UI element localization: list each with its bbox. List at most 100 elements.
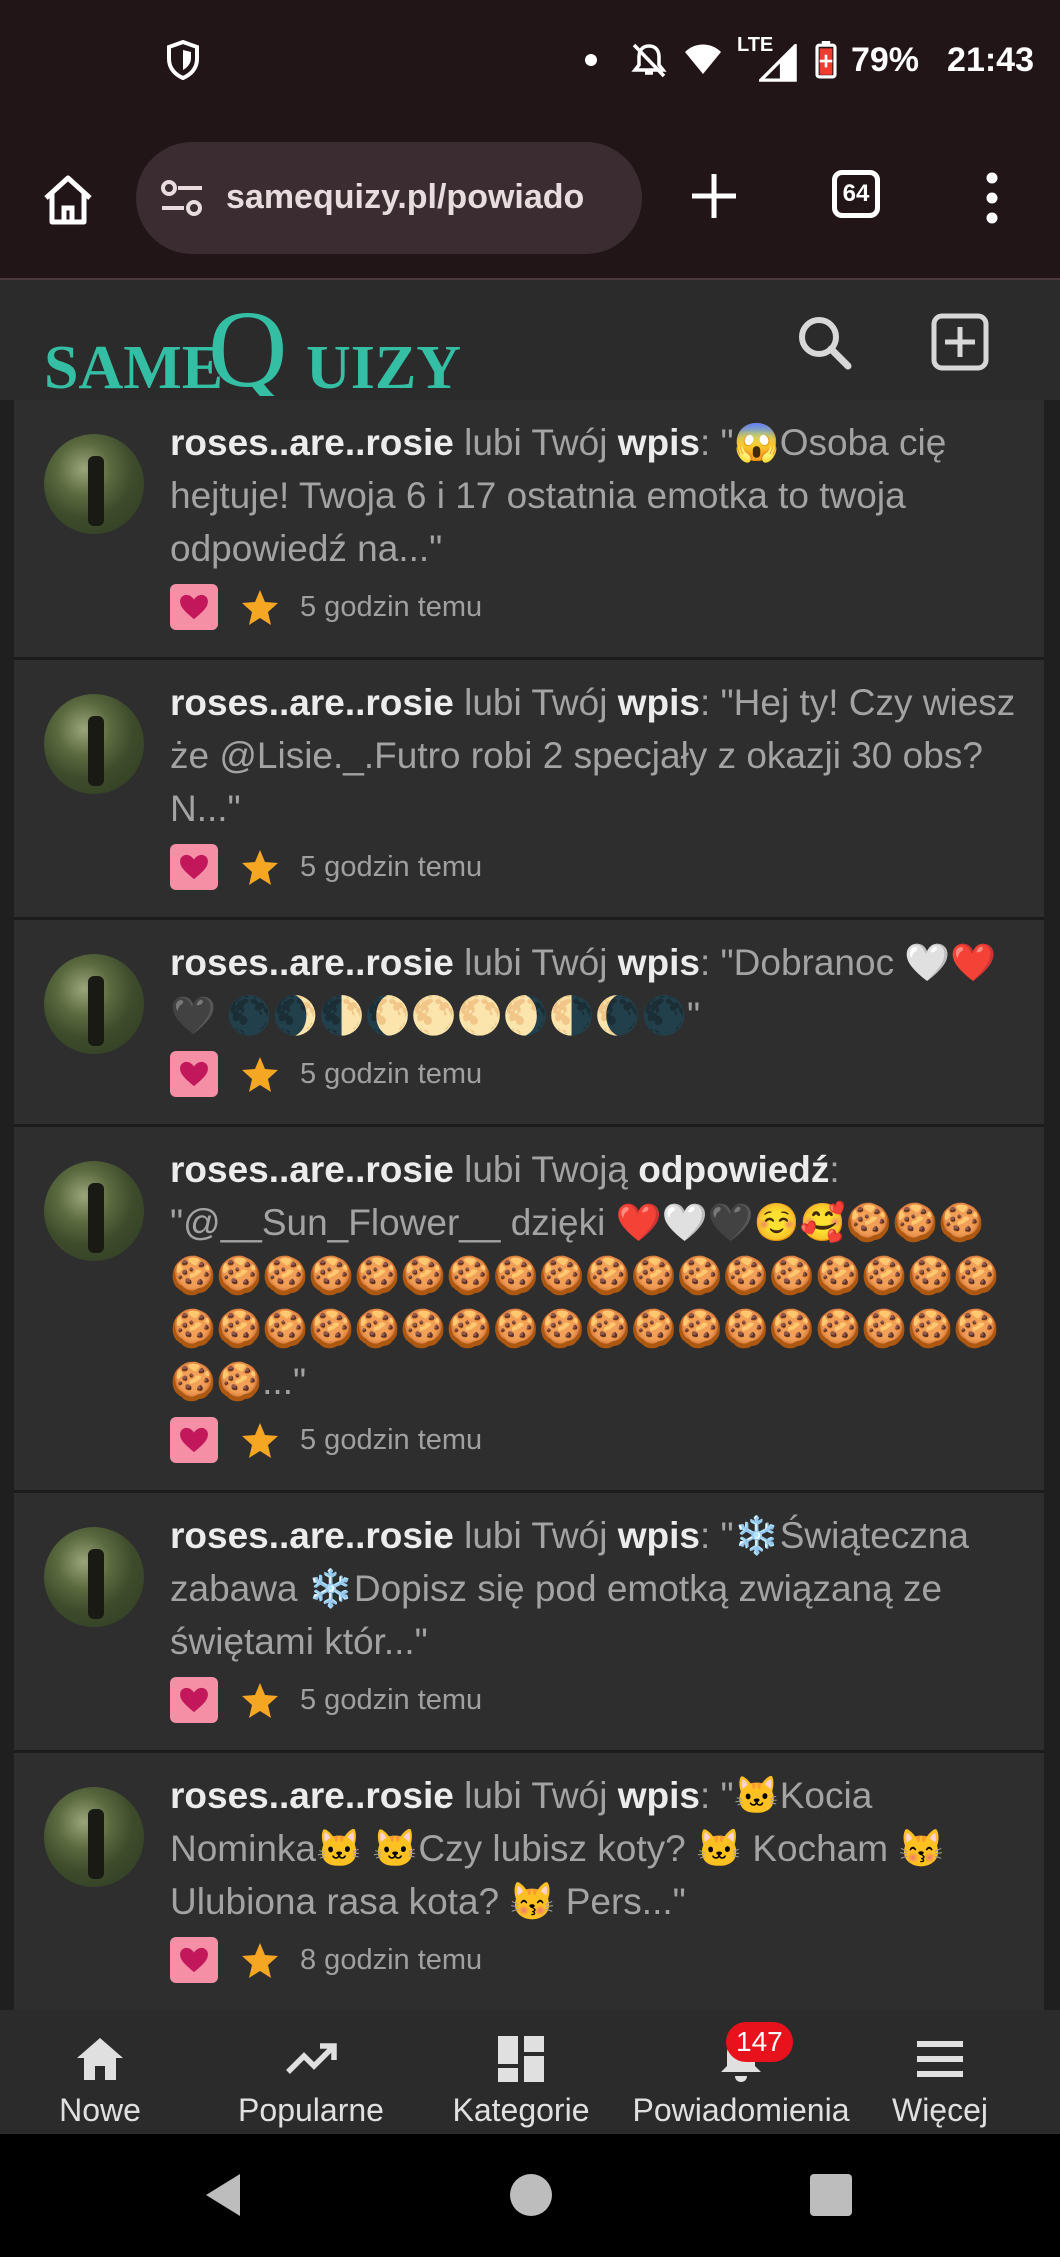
- wifi-icon: [684, 44, 721, 74]
- notification-kind[interactable]: wpis: [618, 1775, 700, 1816]
- url-text: samequizy.pl/powiado: [226, 178, 585, 216]
- status-bar: LTE 79% 21:43: [0, 0, 1060, 120]
- tab-count: 64: [842, 180, 870, 207]
- avatar[interactable]: [44, 434, 144, 534]
- heart-icon: [180, 1947, 208, 1973]
- browser-toolbar: samequizy.pl/powiado 64: [0, 120, 1060, 280]
- notification-kind[interactable]: wpis: [618, 1515, 700, 1556]
- dot-icon: [584, 54, 597, 66]
- recents-icon[interactable]: [806, 2170, 856, 2220]
- notification-action: lubi Twój: [453, 422, 618, 463]
- notification-kind[interactable]: wpis: [618, 422, 700, 463]
- heart-icon: [180, 1427, 208, 1453]
- dashboard-icon: [498, 2036, 544, 2082]
- search-icon[interactable]: [794, 312, 854, 372]
- notification-meta: 5 godzin temu: [170, 1416, 1020, 1464]
- nav-item-popularne[interactable]: Popularne: [226, 2010, 396, 2134]
- like-badge: [170, 1677, 218, 1723]
- plus-icon[interactable]: [686, 168, 742, 224]
- notification-user[interactable]: roses..are..rosie: [170, 1515, 454, 1556]
- menu-icon: [917, 2041, 963, 2077]
- avatar[interactable]: [44, 1787, 144, 1887]
- nav-item-wiecej[interactable]: Więcej: [880, 2010, 1000, 2134]
- notification-kind[interactable]: wpis: [618, 942, 700, 983]
- svg-text:UIZY: UIZY: [306, 334, 461, 396]
- heart-icon: [180, 854, 208, 880]
- nav-label: Więcej: [891, 2092, 988, 2128]
- tab-switcher-button[interactable]: 64: [832, 170, 880, 218]
- battery-saver-icon: [815, 41, 837, 79]
- notification-user[interactable]: roses..are..rosie: [170, 1775, 454, 1816]
- heart-icon: [180, 1687, 208, 1713]
- notification-time: 5 godzin temu: [300, 850, 483, 883]
- tune-icon[interactable]: [158, 178, 206, 218]
- samequizy-logo[interactable]: SAME Q UIZY: [44, 286, 494, 396]
- notification-meta: 5 godzin temu: [170, 843, 1020, 891]
- notifications-off-icon: [631, 43, 667, 78]
- notification-action: lubi Twój: [453, 682, 618, 723]
- notification-user[interactable]: roses..are..rosie: [170, 1149, 454, 1190]
- home-icon: [77, 2038, 123, 2080]
- like-badge: [170, 1937, 218, 1983]
- svg-text:Q: Q: [208, 288, 287, 396]
- notification-item[interactable]: roses..are..rosie lubi Twój wpis: "🐱Koci…: [14, 1753, 1044, 2010]
- nav-label: Powiadomienia: [632, 2092, 850, 2128]
- notification-time: 5 godzin temu: [300, 590, 483, 623]
- notification-user[interactable]: roses..are..rosie: [170, 682, 454, 723]
- battery-level: 79%: [850, 40, 920, 79]
- notification-user[interactable]: roses..are..rosie: [170, 422, 454, 463]
- notification-item[interactable]: roses..are..rosie lubi Twój wpis: "😱Osob…: [14, 400, 1044, 660]
- notification-meta: 5 godzin temu: [170, 1050, 1020, 1098]
- like-badge: [170, 1051, 218, 1097]
- more-vert-icon[interactable]: [982, 170, 1002, 226]
- star-icon: [242, 1943, 278, 1978]
- nav-label: Kategorie: [452, 2092, 590, 2128]
- star-icon: [242, 850, 278, 885]
- notification-action: lubi Twój: [453, 1515, 618, 1556]
- signal-icon: [758, 44, 797, 82]
- back-icon[interactable]: [200, 2170, 250, 2220]
- shield-icon: [167, 40, 199, 80]
- like-badge: [170, 844, 218, 890]
- avatar[interactable]: [44, 1527, 144, 1627]
- nav-item-powiadomienia[interactable]: 147 Powiadomienia: [626, 2010, 856, 2134]
- notification-meta: 5 godzin temu: [170, 583, 1020, 631]
- like-badge: [170, 1417, 218, 1463]
- home-circle-icon[interactable]: [506, 2170, 556, 2220]
- notification-user[interactable]: roses..are..rosie: [170, 942, 454, 983]
- notification-time: 5 godzin temu: [300, 1683, 483, 1716]
- notifications-feed[interactable]: roses..are..rosie lubi Twój wpis: "😱Osob…: [14, 400, 1044, 2010]
- notification-item[interactable]: roses..are..rosie lubi Twój wpis: "Hej t…: [14, 660, 1044, 920]
- add-content-icon[interactable]: [930, 312, 990, 372]
- system-navigation-bar: [0, 2134, 1060, 2257]
- trending-up-icon: [286, 2043, 337, 2074]
- svg-text:SAME: SAME: [44, 334, 223, 396]
- notification-meta: 5 godzin temu: [170, 1676, 1020, 1724]
- star-icon: [242, 1423, 278, 1458]
- nav-label: Popularne: [238, 2092, 384, 2128]
- site-header: SAME Q UIZY: [0, 280, 1060, 400]
- nav-item-kategorie[interactable]: Kategorie: [446, 2010, 596, 2134]
- home-icon[interactable]: [38, 170, 98, 230]
- notification-count-badge: 147: [726, 2022, 793, 2062]
- notification-action: lubi Twój: [453, 1775, 618, 1816]
- notification-item[interactable]: roses..are..rosie lubi Twój wpis: "❄️Świ…: [14, 1493, 1044, 1753]
- notification-action: lubi Twoją: [453, 1149, 639, 1190]
- avatar[interactable]: [44, 1161, 144, 1261]
- avatar[interactable]: [44, 694, 144, 794]
- avatar[interactable]: [44, 954, 144, 1054]
- notification-item[interactable]: roses..are..rosie lubi Twoją odpowiedź: …: [14, 1127, 1044, 1493]
- notification-time: 5 godzin temu: [300, 1423, 483, 1456]
- heart-icon: [180, 594, 208, 620]
- bottom-navigation: Nowe Popularne Kategorie 147 Powiadomien…: [0, 2010, 1060, 2134]
- star-icon: [242, 1683, 278, 1718]
- notification-kind[interactable]: wpis: [618, 682, 700, 723]
- address-bar[interactable]: samequizy.pl/powiado: [136, 142, 642, 254]
- notification-item[interactable]: roses..are..rosie lubi Twój wpis: "Dobra…: [14, 920, 1044, 1127]
- star-icon: [242, 590, 278, 625]
- star-icon: [242, 1057, 278, 1092]
- nav-item-nowe[interactable]: Nowe: [40, 2010, 160, 2134]
- notification-action: lubi Twój: [453, 942, 618, 983]
- heart-icon: [180, 1061, 208, 1087]
- notification-kind[interactable]: odpowiedź: [638, 1149, 829, 1190]
